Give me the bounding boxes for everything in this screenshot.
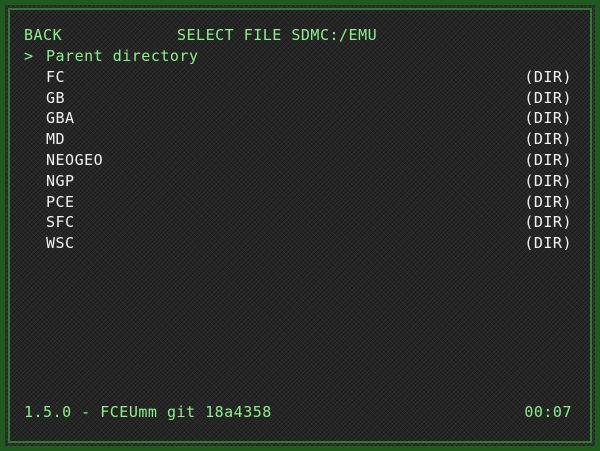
entry-type: (DIR) (524, 88, 572, 107)
entry-name: GB (46, 88, 66, 107)
entry-type: (DIR) (524, 130, 572, 149)
entry-name: SFC (46, 213, 75, 232)
list-item-fc[interactable]: FC (DIR) (24, 67, 572, 88)
list-item-md[interactable]: MD (DIR) (24, 129, 572, 150)
version-label: 1.5.0 - FCEUmm git 18a4358 (24, 403, 272, 421)
entry-type: (DIR) (524, 234, 572, 253)
file-browser-screen: BACK SELECT FILE SDMC:/EMU > Parent dire… (0, 0, 600, 451)
list-item-wsc[interactable]: WSC (DIR) (24, 233, 572, 254)
entry-type: (DIR) (524, 109, 572, 128)
entry-name: GBA (46, 109, 75, 128)
list-item-sfc[interactable]: SFC (DIR) (24, 212, 572, 233)
selection-cursor: > (24, 47, 34, 65)
entry-name: NGP (46, 171, 75, 190)
entry-name: WSC (46, 234, 75, 253)
entry-type: (DIR) (524, 171, 572, 190)
entry-type: (DIR) (524, 150, 572, 169)
file-list: > Parent directory FC (DIR) GB (DIR) GBA… (24, 46, 572, 254)
entry-name: PCE (46, 192, 75, 211)
status-bar: 1.5.0 - FCEUmm git 18a4358 00:07 (24, 403, 572, 423)
list-item-parent-directory[interactable]: > Parent directory (24, 46, 572, 67)
list-item-gb[interactable]: GB (DIR) (24, 88, 572, 109)
list-item-pce[interactable]: PCE (DIR) (24, 192, 572, 213)
entry-name: MD (46, 130, 66, 149)
back-button[interactable]: BACK (24, 26, 62, 44)
entry-name: Parent directory (46, 47, 199, 65)
clock-label: 00:07 (524, 403, 572, 421)
entry-type: (DIR) (524, 67, 572, 86)
list-item-gba[interactable]: GBA (DIR) (24, 108, 572, 129)
entry-type: (DIR) (524, 213, 572, 232)
entry-type: (DIR) (524, 192, 572, 211)
list-item-neogeo[interactable]: NEOGEO (DIR) (24, 150, 572, 171)
list-item-ngp[interactable]: NGP (DIR) (24, 171, 572, 192)
entry-name: FC (46, 67, 66, 86)
header-bar: BACK SELECT FILE SDMC:/EMU (24, 26, 576, 46)
page-title: SELECT FILE SDMC:/EMU (177, 26, 378, 44)
entry-name: NEOGEO (46, 150, 104, 169)
